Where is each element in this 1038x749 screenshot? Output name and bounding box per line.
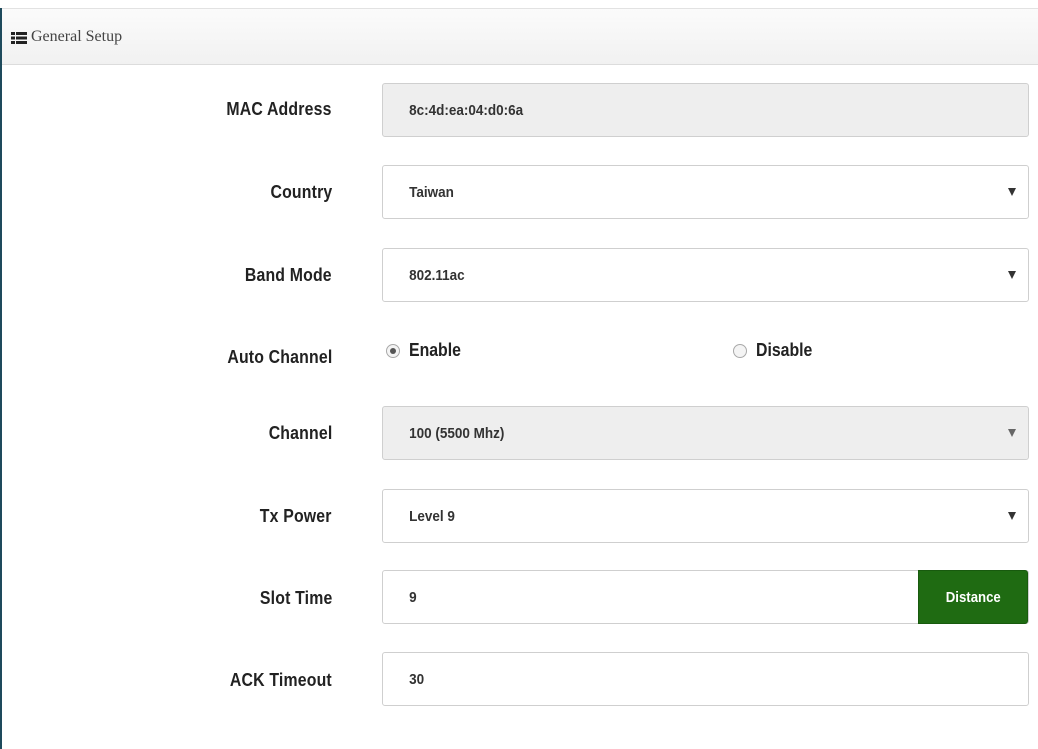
- channel-label: Channel: [268, 423, 332, 443]
- ack-timeout-input[interactable]: 30: [382, 652, 1029, 706]
- auto-channel-disable-radio[interactable]: [733, 343, 747, 358]
- chevron-down-icon: [1008, 429, 1016, 437]
- tx-power-value: Level 9: [409, 507, 455, 525]
- country-label: Country: [270, 182, 332, 202]
- country-value: Taiwan: [409, 183, 454, 201]
- auto-channel-enable-option[interactable]: Enable: [386, 340, 468, 361]
- country-select[interactable]: Taiwan: [382, 165, 1029, 219]
- auto-channel-disable-option[interactable]: Disable: [733, 340, 820, 361]
- slot-time-value: 9: [409, 588, 417, 606]
- list-icon: [11, 31, 27, 44]
- chevron-down-icon: [1008, 188, 1016, 196]
- channel-value: 100 (5500 Mhz): [409, 424, 505, 442]
- tx-power-label: Tx Power: [260, 506, 332, 526]
- band-mode-select[interactable]: 802.11ac: [382, 248, 1029, 302]
- mac-address-label: MAC Address: [226, 99, 332, 119]
- panel-header: General Setup: [2, 8, 1038, 65]
- auto-channel-enable-radio[interactable]: [386, 343, 400, 358]
- ack-timeout-value: 30: [409, 670, 425, 688]
- ack-timeout-label: ACK Timeout: [230, 670, 332, 690]
- channel-select: 100 (5500 Mhz): [382, 406, 1029, 460]
- general-setup-panel: General Setup MAC Address 8c:4d:ea:04:d0…: [0, 8, 1038, 749]
- panel-title: General Setup: [31, 27, 123, 45]
- mac-address-field: 8c:4d:ea:04:d0:6a: [382, 83, 1029, 137]
- slot-time-label: Slot Time: [259, 588, 332, 608]
- chevron-down-icon: [1008, 271, 1016, 279]
- auto-channel-enable-label: Enable: [409, 340, 461, 360]
- mac-address-value: 8c:4d:ea:04:d0:6a: [409, 101, 524, 119]
- distance-button-label: Distance: [945, 588, 1001, 606]
- chevron-down-icon: [1008, 512, 1016, 520]
- distance-button[interactable]: Distance: [918, 570, 1028, 624]
- band-mode-value: 802.11ac: [409, 266, 465, 284]
- auto-channel-disable-label: Disable: [756, 340, 813, 360]
- band-mode-label: Band Mode: [245, 265, 332, 285]
- tx-power-select[interactable]: Level 9: [382, 489, 1029, 543]
- slot-time-input[interactable]: 9 Distance: [382, 570, 1029, 624]
- auto-channel-label: Auto Channel: [226, 347, 332, 367]
